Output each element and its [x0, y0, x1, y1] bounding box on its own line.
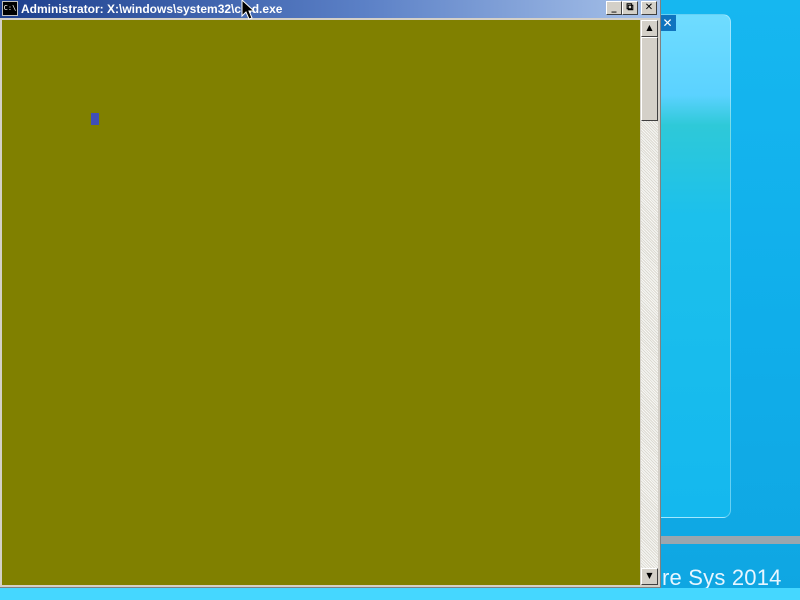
arrow-down-icon: ▼	[646, 571, 653, 580]
scroll-down-button[interactable]: ▼	[641, 568, 658, 585]
minimize-button[interactable]: _	[606, 1, 622, 15]
cmd-app-icon[interactable]: C:\	[2, 1, 18, 16]
vertical-scrollbar[interactable]: ▲ ▼	[641, 20, 658, 585]
mouse-pointer-icon	[241, 0, 255, 20]
cmd-window: C:\ Administrator: X:\windows\system32\c…	[0, 0, 661, 588]
background-progress-bar	[660, 536, 800, 544]
scroll-thumb[interactable]	[641, 37, 658, 121]
background-window-close-button[interactable]: ✕	[659, 15, 676, 31]
restore-icon: ⧉	[626, 2, 634, 13]
close-icon: ✕	[644, 2, 654, 13]
close-button[interactable]: ✕	[641, 1, 657, 15]
close-icon: ✕	[662, 16, 673, 30]
console-area[interactable]	[2, 20, 640, 585]
arrow-up-icon: ▲	[646, 23, 653, 32]
taskbar-strip	[0, 588, 800, 600]
text-cursor	[91, 113, 99, 125]
scroll-up-button[interactable]: ▲	[641, 20, 658, 37]
title-bar[interactable]: C:\ Administrator: X:\windows\system32\c…	[0, 0, 660, 18]
minimize-icon: _	[611, 2, 617, 13]
restore-button[interactable]: ⧉	[622, 1, 638, 15]
